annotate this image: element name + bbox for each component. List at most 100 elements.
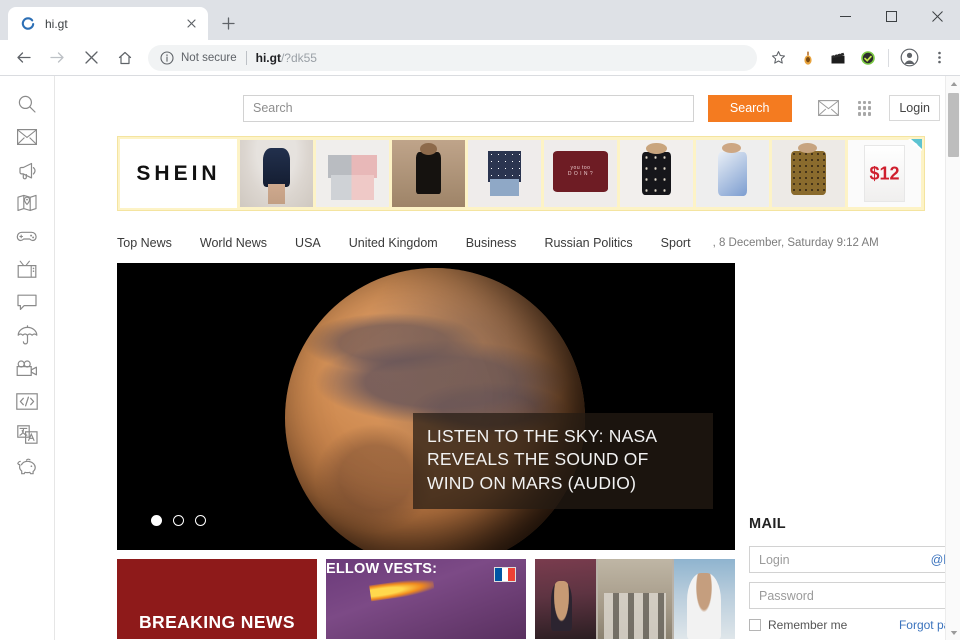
maximize-icon[interactable] <box>868 0 914 32</box>
mail-login-panel: MAIL @hi.gt Remember me Forgot <box>749 516 960 640</box>
hero-headline: LISTEN TO THE SKY: NASA REVEALS THE SOUN… <box>427 426 657 493</box>
breaking-news-label: BREAKING NEWS <box>139 612 295 632</box>
yellow-vests-card[interactable]: ELLOW VESTS: <box>326 559 526 639</box>
checkbox-box[interactable] <box>749 619 761 631</box>
tv-icon[interactable] <box>10 257 44 281</box>
toolbar-divider <box>888 48 889 67</box>
omnibox-divider <box>245 50 247 65</box>
browser-window: hi.gt Not secure hi.gt/?dk55 Search Sear… <box>0 0 960 640</box>
mail-password-input[interactable] <box>759 588 960 603</box>
nav-item-top-news[interactable]: Top News <box>117 236 172 250</box>
ad-product[interactable] <box>468 140 541 207</box>
minimize-icon[interactable] <box>822 0 868 32</box>
carousel-dot-1[interactable] <box>151 515 162 526</box>
mail-login-input[interactable] <box>759 552 931 567</box>
ad-product[interactable] <box>392 140 465 207</box>
url-host: hi.gt <box>255 50 281 65</box>
adchoices-icon[interactable] <box>907 138 923 152</box>
extension-green-icon[interactable] <box>856 46 880 70</box>
forward-arrow-icon[interactable] <box>43 44 71 72</box>
url-path: /?dk55 <box>280 50 317 65</box>
ad-product[interactable]: you too D O I N ? <box>544 140 617 207</box>
tab-title: hi.gt <box>45 16 68 31</box>
bookmark-star-icon[interactable] <box>766 46 790 70</box>
browser-tab[interactable]: hi.gt <box>8 7 208 40</box>
chrome-menu-icon[interactable] <box>927 46 951 70</box>
nav-item-united-kingdom[interactable]: United Kingdom <box>349 236 438 250</box>
mail-password-field[interactable] <box>749 582 960 609</box>
home-icon[interactable] <box>111 44 139 72</box>
nav-item-sport[interactable]: Sport <box>661 236 691 250</box>
ad-product[interactable] <box>772 140 845 207</box>
ad-product[interactable] <box>696 140 769 207</box>
chat-bubble-icon[interactable] <box>10 290 44 314</box>
new-tab-button[interactable] <box>214 9 242 37</box>
nav-item-world-news[interactable]: World News <box>200 236 267 250</box>
page-viewport: Search Login SHEIN yo <box>0 76 960 640</box>
breaking-news-card[interactable]: BREAKING NEWS <box>117 559 317 639</box>
search-button[interactable]: Search <box>707 94 792 122</box>
address-bar[interactable]: Not secure hi.gt/?dk55 <box>148 44 757 71</box>
extension-puzzle-icon[interactable] <box>796 46 820 70</box>
map-pin-icon[interactable] <box>10 191 44 215</box>
umbrella-icon[interactable] <box>10 323 44 347</box>
stop-x-icon[interactable] <box>77 44 105 72</box>
mail-icon[interactable] <box>10 125 44 149</box>
translate-icon[interactable] <box>10 422 44 446</box>
envelope-icon[interactable] <box>817 100 839 116</box>
ad-product[interactable] <box>620 140 693 207</box>
hero-caption[interactable]: LISTEN TO THE SKY: NASA REVEALS THE SOUN… <box>413 413 713 509</box>
security-status: Not secure <box>181 51 237 64</box>
extension-clapperboard-icon[interactable] <box>826 46 850 70</box>
current-date-time: , 8 December, Saturday 9:12 AM <box>712 237 879 249</box>
header-login-button[interactable]: Login <box>889 95 940 121</box>
flame-graphic <box>369 576 435 602</box>
code-icon[interactable] <box>10 389 44 413</box>
site-header: Search Login <box>62 76 960 126</box>
nav-item-russian-politics[interactable]: Russian Politics <box>544 236 632 250</box>
ad-brand-logo: SHEIN <box>120 139 237 208</box>
news-photo-b <box>598 559 672 639</box>
nav-item-usa[interactable]: USA <box>295 236 321 250</box>
carousel-dot-3[interactable] <box>195 515 206 526</box>
france-flag-icon <box>494 567 516 582</box>
search-input[interactable] <box>243 94 694 122</box>
apps-grid-icon[interactable] <box>857 100 872 116</box>
megaphone-icon[interactable] <box>10 158 44 182</box>
hero-carousel[interactable]: LISTEN TO THE SKY: NASA REVEALS THE SOUN… <box>117 263 735 550</box>
profile-avatar-icon[interactable] <box>897 46 921 70</box>
search-icon[interactable] <box>10 92 44 116</box>
ad-product[interactable] <box>240 140 313 207</box>
video-camera-icon[interactable] <box>10 356 44 380</box>
carousel-dot-2[interactable] <box>173 515 184 526</box>
news-card-row: BREAKING NEWS ELLOW VESTS: <box>117 559 735 639</box>
news-photo-a <box>535 559 597 639</box>
window-close-icon[interactable] <box>914 0 960 32</box>
carousel-dots <box>151 515 206 526</box>
mail-login-field[interactable]: @hi.gt <box>749 546 960 573</box>
news-photo-card[interactable] <box>535 559 735 639</box>
page-scrollbar[interactable] <box>945 76 960 640</box>
piggy-bank-icon[interactable] <box>10 455 44 479</box>
scrollbar-thumb[interactable] <box>948 93 959 157</box>
service-rail <box>0 76 55 640</box>
close-icon[interactable] <box>182 15 200 33</box>
back-arrow-icon[interactable] <box>9 44 37 72</box>
remember-me-checkbox[interactable]: Remember me <box>749 618 847 632</box>
ad-product-strip: you too D O I N ? $12 <box>237 137 924 210</box>
remember-me-label: Remember me <box>768 618 848 632</box>
advertisement-banner[interactable]: SHEIN you too D O I N ? $12 <box>117 136 925 211</box>
nav-item-business[interactable]: Business <box>466 236 517 250</box>
mail-options-row: Remember me Forgot password? <box>749 618 960 632</box>
ad-brand-text: SHEIN <box>136 161 221 185</box>
page-content: Search Login SHEIN yo <box>55 76 960 640</box>
ad-product[interactable] <box>316 140 389 207</box>
url-text: hi.gt/?dk55 <box>256 51 317 65</box>
spinner-icon <box>20 16 36 32</box>
tab-strip: hi.gt <box>0 0 960 40</box>
caret-down-icon[interactable] <box>946 625 960 640</box>
gamepad-icon[interactable] <box>10 224 44 248</box>
window-controls <box>822 0 960 32</box>
mail-panel-heading: MAIL <box>749 516 787 532</box>
caret-up-icon[interactable] <box>946 76 960 91</box>
